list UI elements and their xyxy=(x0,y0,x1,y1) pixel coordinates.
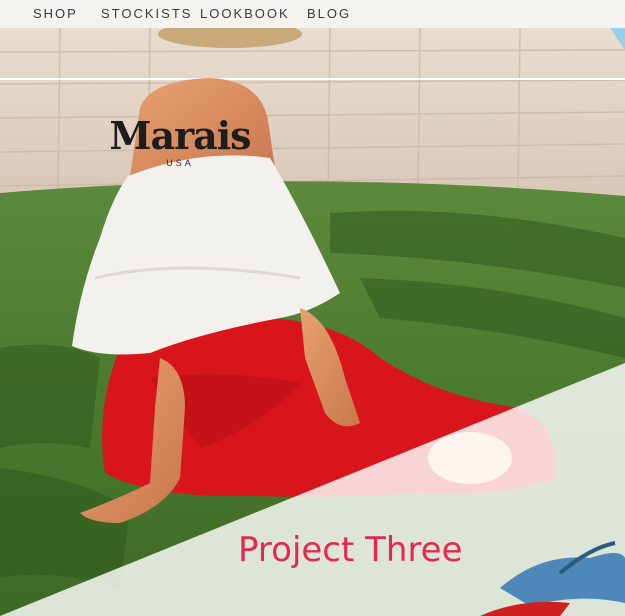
brand-name: Marais xyxy=(109,113,251,158)
brand-region: USA xyxy=(166,158,194,168)
nav-stockists[interactable]: STOCKISTS xyxy=(101,6,192,21)
hero-photo-illustration xyxy=(0,28,625,616)
top-navigation: SHOP STOCKISTS LOOKBOOK BLOG xyxy=(0,0,625,28)
nav-blog[interactable]: BLOG xyxy=(307,6,351,21)
project-title[interactable]: Project Three xyxy=(238,530,463,570)
nav-lookbook[interactable]: LOOKBOOK xyxy=(200,6,290,21)
hero-image xyxy=(0,28,625,616)
brand-logo[interactable]: Marais USA xyxy=(108,113,252,169)
nav-shop[interactable]: SHOP xyxy=(33,6,78,21)
